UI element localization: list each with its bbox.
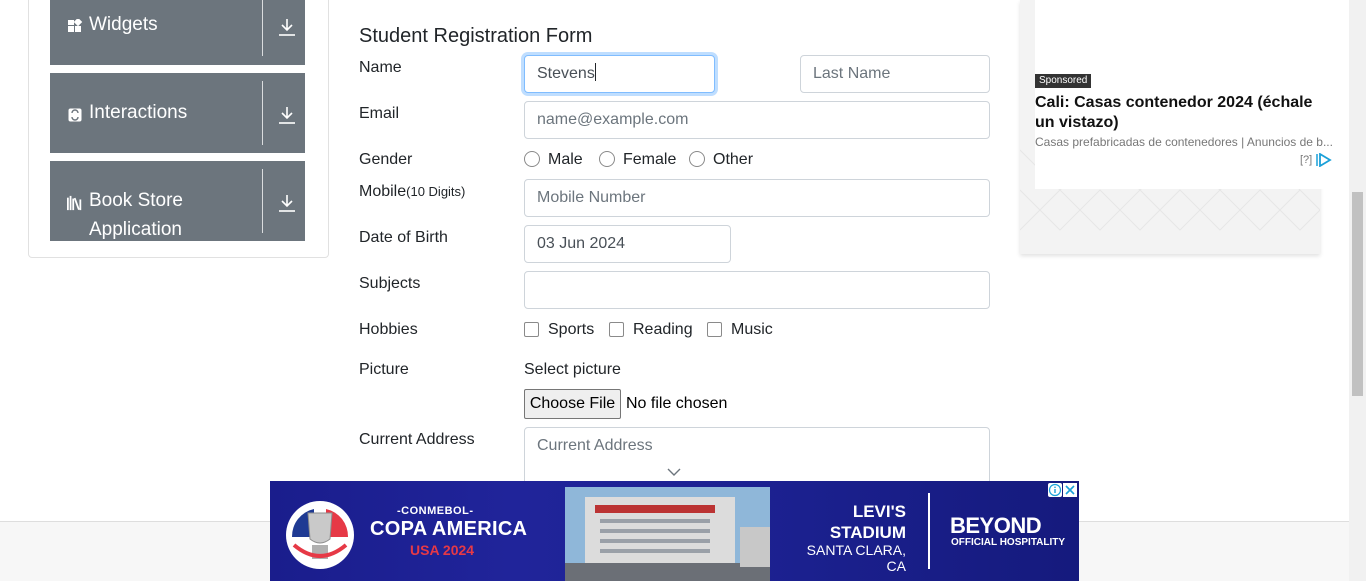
scrollbar-thumb[interactable]: [1352, 192, 1363, 396]
email-input[interactable]: name@example.com: [524, 101, 990, 139]
sidebar-group-book-store[interactable]: Book Store Application: [50, 161, 305, 241]
current-address-label: Current Address: [359, 431, 475, 448]
form-title: Student Registration Form: [359, 25, 593, 47]
copa-america-logo-icon: [286, 501, 354, 569]
banner-beyond: BEYOND: [950, 513, 1042, 538]
ad-help-link[interactable]: [?]: [1300, 154, 1312, 166]
hobby-sports-checkbox[interactable]: [524, 322, 539, 337]
gender-label: Gender: [359, 151, 413, 168]
hobby-music-label[interactable]: Music: [731, 320, 773, 340]
chevron-down-icon: [667, 464, 681, 482]
banner-separator: [928, 493, 930, 569]
banner-conmebol: -CONMEBOL-: [397, 505, 474, 517]
mobile-label: Mobile(10 Digits): [359, 181, 465, 203]
hobby-reading-checkbox[interactable]: [609, 322, 624, 337]
gender-male-label[interactable]: Male: [548, 150, 583, 170]
gender-female-label[interactable]: Female: [623, 150, 676, 170]
book-store-icon: [67, 195, 83, 211]
dob-label: Date of Birth: [359, 229, 448, 246]
sidebar-group-label: Application: [89, 219, 182, 240]
sidebar-group-label: Book Store: [89, 190, 183, 211]
date-of-birth-input[interactable]: 03 Jun 2024: [524, 225, 731, 263]
download-arrow-icon[interactable]: [278, 106, 296, 124]
last-name-input[interactable]: Last Name: [800, 55, 990, 93]
hobby-reading-label[interactable]: Reading: [633, 320, 693, 340]
ad-headline[interactable]: Cali: Casas contenedor 2024 (échale un v…: [1035, 93, 1335, 133]
banner-levis-stadium: LEVI'S STADIUM: [829, 502, 906, 542]
gender-other-label[interactable]: Other: [713, 150, 753, 170]
banner-official-hospitality: OFFICIAL HOSPITALITY: [951, 537, 1066, 548]
ad-info-icon[interactable]: [1048, 483, 1062, 497]
ad-subline[interactable]: Casas prefabricadas de contenedores | An…: [1035, 135, 1335, 149]
banner-copa-america: COPA AMERICA: [370, 518, 528, 540]
current-address-placeholder: Current Address: [537, 437, 653, 454]
hobby-sports-label[interactable]: Sports: [548, 320, 594, 340]
sponsored-badge: Sponsored: [1035, 74, 1092, 88]
mobile-input[interactable]: Mobile Number: [524, 179, 990, 217]
hobbies-label: Hobbies: [359, 321, 418, 338]
mobile-label-text: Mobile: [359, 183, 407, 200]
page-scrollbar[interactable]: [1349, 0, 1366, 581]
sidebar-group-widgets[interactable]: Widgets: [50, 0, 305, 65]
file-status: No file chosen: [626, 395, 728, 412]
sidebar-group-label: Interactions: [89, 102, 188, 123]
choose-file-button[interactable]: Choose File: [524, 389, 621, 419]
subjects-input[interactable]: [524, 271, 990, 309]
gender-other-radio[interactable]: [689, 151, 705, 167]
sidebar-group-label: Widgets: [89, 14, 158, 35]
group-divider: [262, 169, 263, 233]
hobby-music-checkbox[interactable]: [707, 322, 722, 337]
adchoices-icon[interactable]: [1316, 152, 1332, 172]
group-divider: [262, 81, 263, 145]
email-label: Email: [359, 105, 400, 122]
picture-label: Picture: [359, 361, 409, 378]
text-caret: [594, 63, 596, 81]
name-label: Name: [359, 59, 402, 76]
gender-female-radio[interactable]: [599, 151, 615, 167]
first-name-value: Stevens: [537, 65, 595, 82]
select-picture-label: Select picture: [524, 361, 621, 378]
subjects-label: Subjects: [359, 275, 421, 292]
banner-usa-2024: USA 2024: [410, 542, 475, 558]
group-divider: [262, 0, 263, 56]
gender-male-radio[interactable]: [524, 151, 540, 167]
interactions-icon: [67, 107, 83, 123]
bottom-banner-ad[interactable]: -CONMEBOL- COPA AMERICA USA 2024 LEVI'S …: [270, 481, 1079, 581]
download-arrow-icon[interactable]: [278, 194, 296, 212]
download-arrow-icon[interactable]: [278, 18, 296, 36]
mobile-hint: (10 Digits): [406, 184, 466, 199]
stadium-image: [565, 487, 770, 581]
widgets-icon: [67, 18, 83, 34]
close-icon[interactable]: [1063, 483, 1077, 497]
sidebar-group-interactions[interactable]: Interactions: [50, 73, 305, 153]
banner-santa-clara: SANTA CLARA, CA: [806, 542, 906, 574]
first-name-input[interactable]: Stevens: [524, 55, 715, 93]
